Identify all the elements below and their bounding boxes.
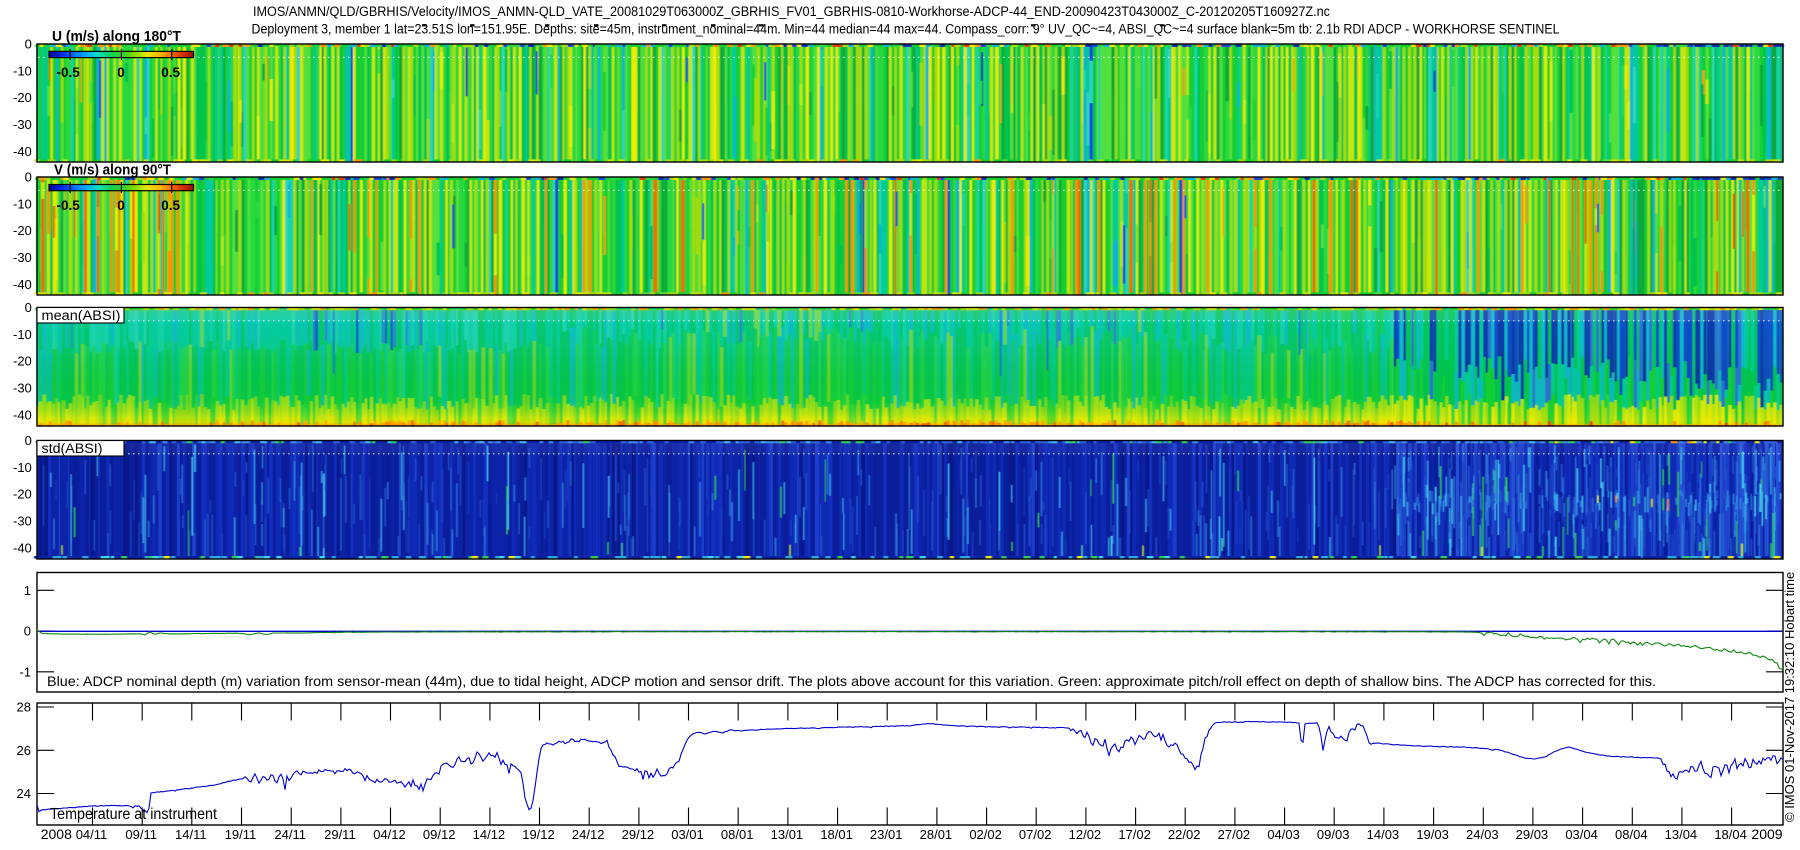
svg-text:14/03: 14/03 (1367, 827, 1400, 842)
svg-text:-30: -30 (13, 250, 32, 265)
svg-text:std(ABSI): std(ABSI) (42, 441, 103, 456)
svg-text:-10: -10 (13, 63, 32, 78)
svg-text:0: 0 (25, 37, 32, 52)
svg-text:2008: 2008 (41, 826, 72, 842)
svg-text:-30: -30 (13, 117, 32, 132)
svg-text:-40: -40 (13, 407, 32, 422)
svg-text:09/11: 09/11 (125, 827, 157, 842)
svg-text:-30: -30 (13, 514, 32, 529)
svg-text:U (m/s) along 180°T: U (m/s) along 180°T (52, 29, 181, 45)
svg-text:-0.5: -0.5 (56, 198, 80, 213)
svg-text:-40: -40 (13, 277, 32, 292)
svg-text:0: 0 (117, 198, 125, 213)
svg-text:-1: -1 (19, 664, 31, 679)
svg-text:0.5: 0.5 (161, 65, 180, 80)
svg-text:08/04: 08/04 (1615, 827, 1648, 842)
svg-text:13/01: 13/01 (771, 827, 804, 842)
svg-text:29/03: 29/03 (1516, 827, 1549, 842)
svg-text:2009: 2009 (1751, 826, 1782, 842)
svg-text:29/12: 29/12 (622, 827, 655, 842)
svg-text:07/02: 07/02 (1019, 827, 1052, 842)
svg-text:24/11: 24/11 (274, 827, 306, 842)
svg-text:-20: -20 (13, 90, 32, 105)
svg-text:1: 1 (24, 583, 31, 598)
svg-text:Blue: ADCP nominal depth (m) v: Blue: ADCP nominal depth (m) variation f… (47, 673, 1656, 689)
svg-text:Deployment 3, member 1 lat=23.: Deployment 3, member 1 lat=23.51S lon=15… (252, 22, 1560, 37)
svg-text:04/11: 04/11 (76, 827, 108, 842)
svg-text:26: 26 (17, 743, 31, 758)
svg-text:28/01: 28/01 (920, 827, 953, 842)
svg-text:-10: -10 (13, 327, 32, 342)
svg-text:-30: -30 (13, 381, 32, 396)
svg-text:09/03: 09/03 (1317, 827, 1350, 842)
svg-text:-40: -40 (13, 540, 32, 555)
svg-text:09/12: 09/12 (423, 827, 456, 842)
svg-text:-20: -20 (13, 223, 32, 238)
svg-text:02/02: 02/02 (969, 827, 1002, 842)
svg-text:03/01: 03/01 (671, 827, 704, 842)
svg-text:-10: -10 (13, 460, 32, 475)
svg-text:27/02: 27/02 (1218, 827, 1251, 842)
svg-text:04/03: 04/03 (1267, 827, 1300, 842)
svg-text:03/04: 03/04 (1565, 827, 1598, 842)
svg-text:V (m/s) along 90°T: V (m/s) along 90°T (54, 163, 171, 179)
svg-text:0: 0 (117, 65, 125, 80)
svg-text:0.5: 0.5 (161, 198, 180, 213)
svg-text:Temperature at instrument: Temperature at instrument (50, 806, 218, 823)
svg-text:19/03: 19/03 (1416, 827, 1449, 842)
svg-text:24/03: 24/03 (1466, 827, 1499, 842)
svg-text:-40: -40 (13, 144, 32, 159)
svg-text:0: 0 (24, 624, 31, 639)
svg-text:04/12: 04/12 (373, 827, 406, 842)
svg-text:14/11: 14/11 (175, 827, 207, 842)
svg-text:12/02: 12/02 (1069, 827, 1102, 842)
svg-text:0: 0 (25, 300, 32, 315)
svg-text:0: 0 (25, 170, 32, 185)
svg-text:28: 28 (17, 700, 31, 715)
svg-text:mean(ABSI): mean(ABSI) (42, 308, 121, 323)
svg-text:17/02: 17/02 (1118, 827, 1151, 842)
svg-text:© IMOS 01-Nov-2017 19:32:10 Ho: © IMOS 01-Nov-2017 19:32:10 Hobart time (1782, 572, 1797, 822)
svg-text:-0.5: -0.5 (56, 65, 80, 80)
svg-text:08/01: 08/01 (721, 827, 754, 842)
svg-text:19/11: 19/11 (225, 827, 257, 842)
svg-text:24/12: 24/12 (572, 827, 605, 842)
svg-text:0: 0 (25, 433, 32, 448)
svg-text:IMOS/ANMN/QLD/GBRHIS/Velocity/: IMOS/ANMN/QLD/GBRHIS/Velocity/IMOS_ANMN-… (253, 4, 1330, 19)
svg-text:13/04: 13/04 (1665, 827, 1698, 842)
svg-text:24: 24 (17, 786, 31, 801)
svg-text:29/11: 29/11 (324, 827, 356, 842)
svg-text:18/01: 18/01 (820, 827, 853, 842)
svg-text:19/12: 19/12 (522, 827, 555, 842)
svg-text:-10: -10 (13, 196, 32, 211)
svg-text:-20: -20 (13, 487, 32, 502)
svg-text:18/04: 18/04 (1714, 827, 1747, 842)
svg-text:22/02: 22/02 (1168, 827, 1201, 842)
svg-text:23/01: 23/01 (870, 827, 903, 842)
svg-text:-20: -20 (13, 354, 32, 369)
svg-text:14/12: 14/12 (473, 827, 506, 842)
